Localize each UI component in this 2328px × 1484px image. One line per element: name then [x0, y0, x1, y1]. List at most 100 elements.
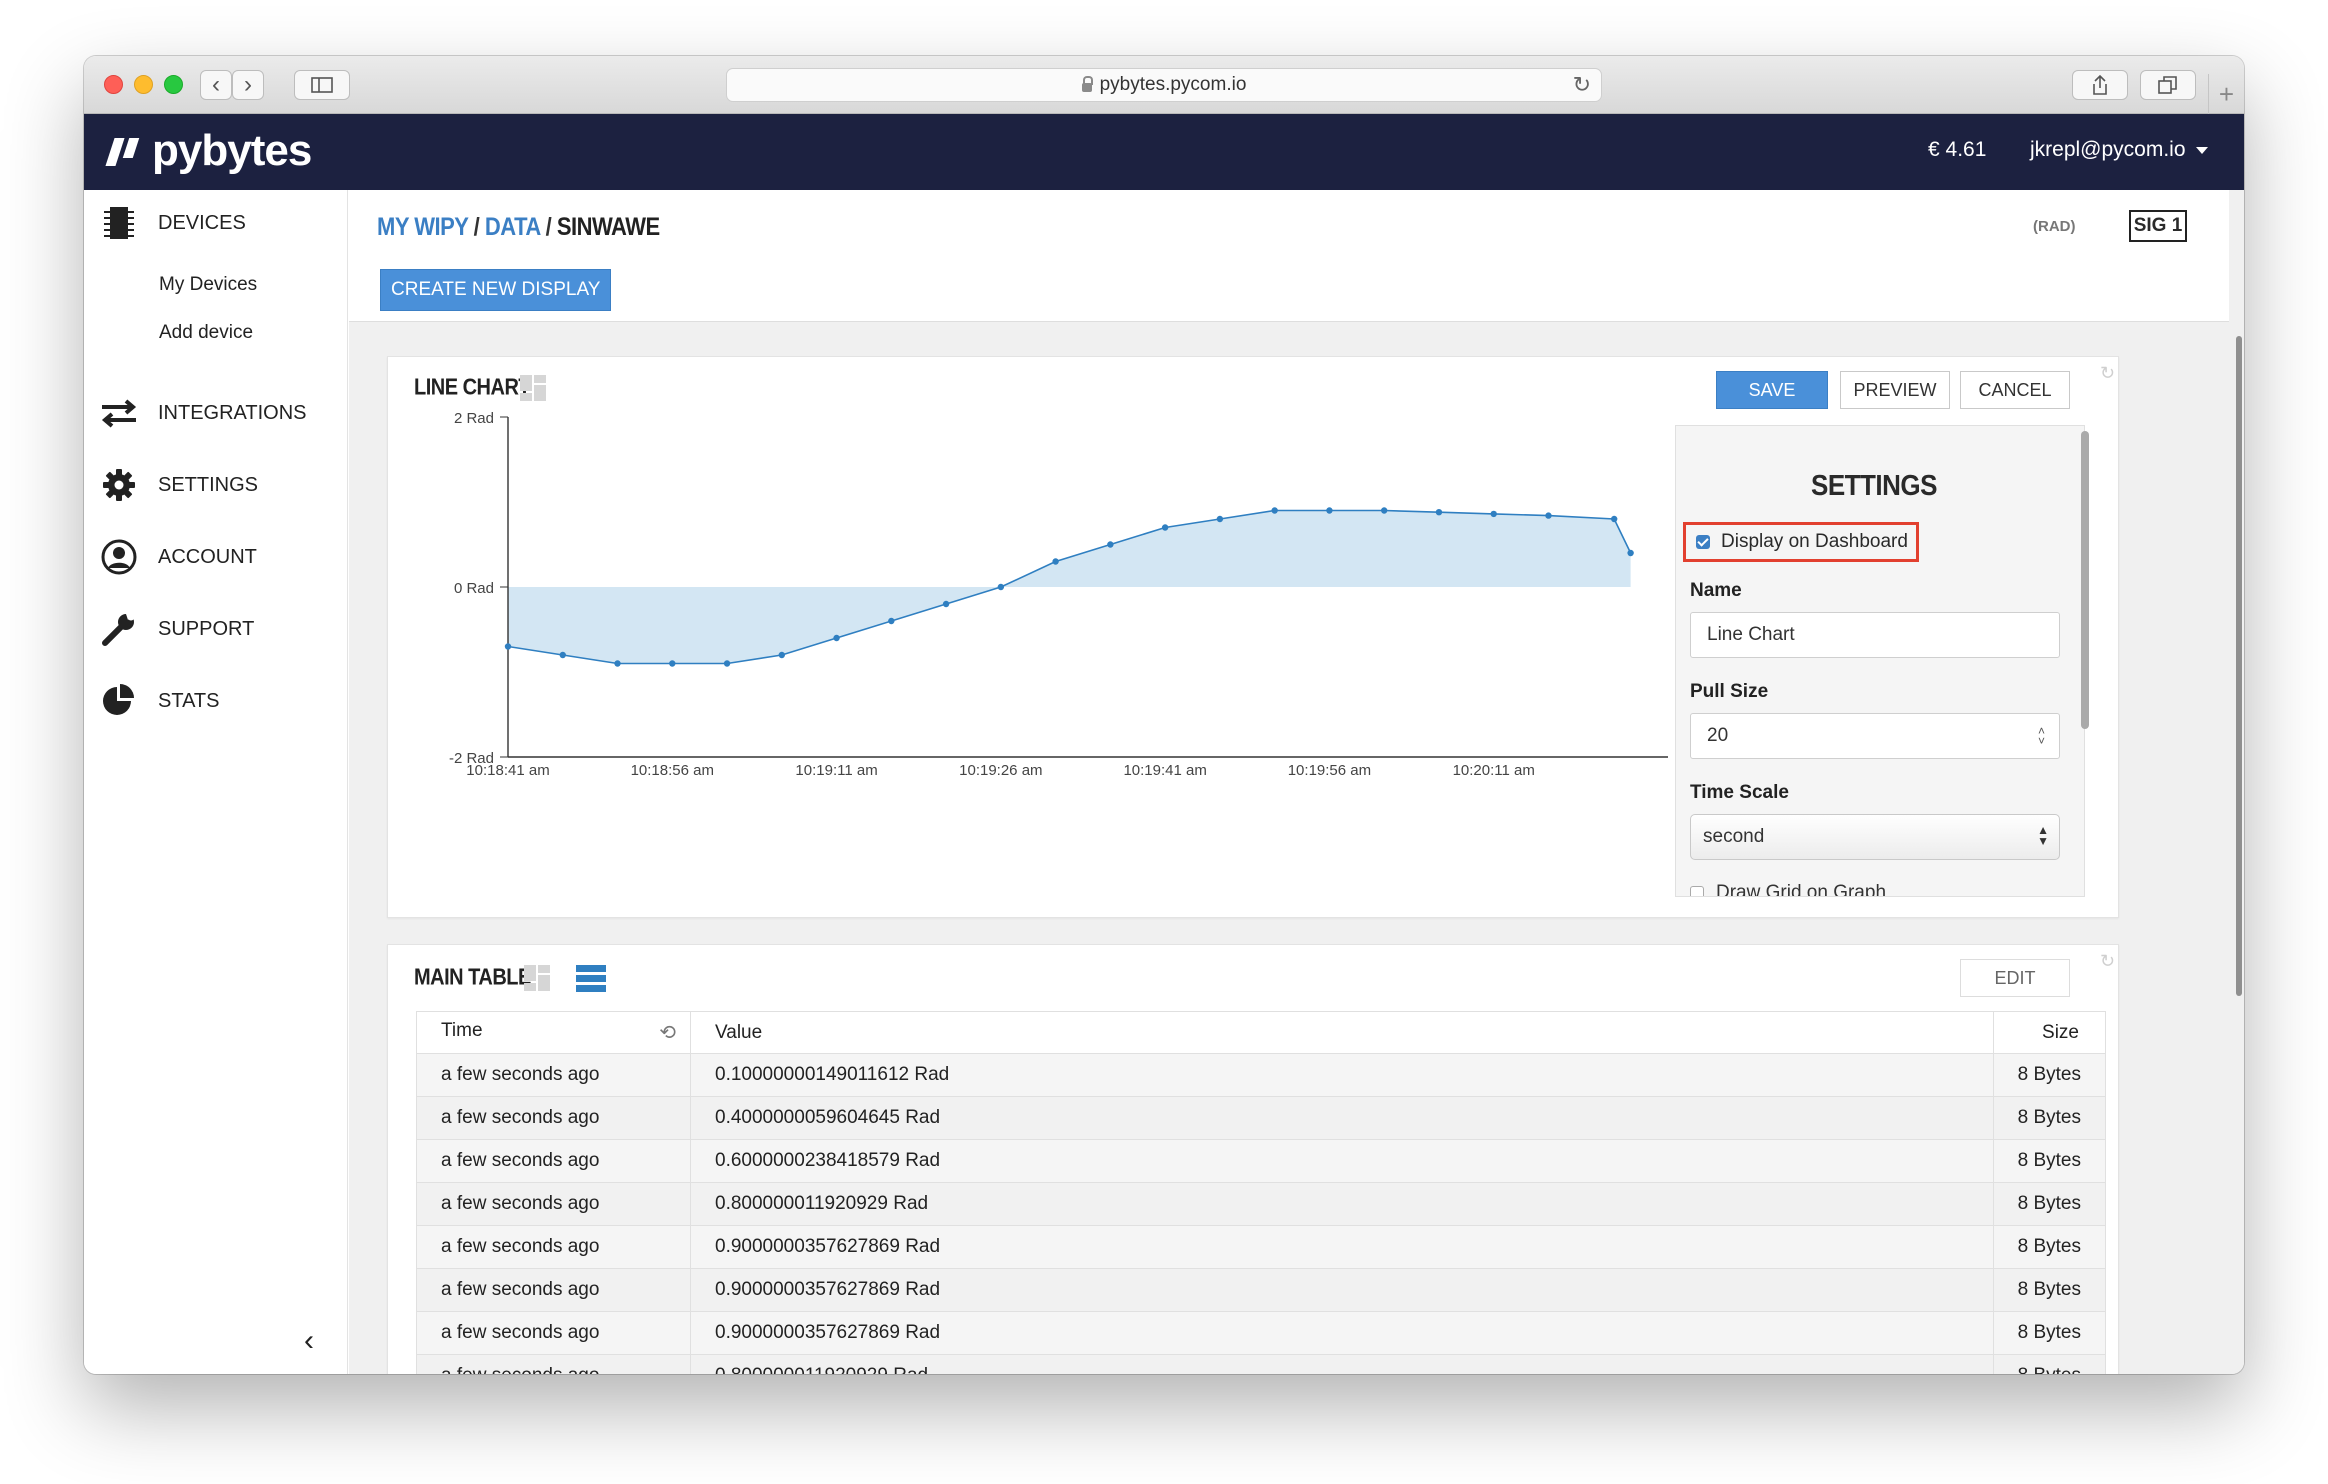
column-header-time[interactable]: Time ⟲: [416, 1011, 691, 1054]
page-scrollbar[interactable]: [2235, 190, 2243, 1374]
data-point[interactable]: [1271, 507, 1278, 514]
sidebar-toggle-icon[interactable]: [294, 70, 350, 100]
cancel-button[interactable]: CANCEL: [1960, 371, 2070, 409]
edit-button[interactable]: EDIT: [1960, 959, 2070, 997]
data-point[interactable]: [1161, 524, 1169, 531]
data-point[interactable]: [1545, 512, 1552, 519]
time-cell: a few seconds ago: [416, 1225, 691, 1269]
forward-icon[interactable]: ›: [232, 70, 264, 100]
sidebar-item-support[interactable]: SUPPORT: [100, 610, 254, 648]
table-row[interactable]: a few seconds ago 0.9000000357627869 Rad 8…: [416, 1225, 2106, 1269]
breadcrumb-data-link[interactable]: DATA: [485, 212, 541, 241]
sidebar-subitem-add-device[interactable]: Add device: [159, 322, 253, 344]
data-point[interactable]: [504, 643, 512, 650]
settings-scrollbar[interactable]: [2081, 431, 2089, 729]
chart-area-fill: [508, 510, 1631, 664]
account-balance: € 4.61: [1928, 138, 1987, 161]
time-scale-select[interactable]: second ▲ ▼: [1690, 814, 2060, 860]
time-cell: a few seconds ago: [416, 1182, 691, 1226]
address-bar[interactable]: pybytes.pycom.io ↻: [726, 68, 1602, 102]
pybytes-logo[interactable]: pybytes: [105, 126, 312, 176]
table-row[interactable]: a few seconds ago 0.9000000357627869 Rad 8…: [416, 1268, 2106, 1312]
x-tick-label: 10:19:41 am: [1123, 762, 1206, 779]
minimize-window-button[interactable]: [134, 75, 153, 94]
data-point[interactable]: [997, 583, 1005, 591]
data-point[interactable]: [1435, 509, 1443, 516]
new-tab-icon[interactable]: +: [2208, 74, 2244, 114]
value-cell: 0.6000000238418579 Rad: [690, 1139, 1994, 1183]
sidebar: DEVICES My Devices Add device INTEGRATIO…: [84, 190, 348, 1374]
pull-size-label: Pull Size: [1690, 681, 1769, 702]
widget-layout-icon[interactable]: [524, 965, 552, 993]
data-point[interactable]: [888, 617, 895, 625]
data-point[interactable]: [1052, 558, 1059, 565]
data-point[interactable]: [942, 600, 950, 608]
time-cell: a few seconds ago: [416, 1096, 691, 1140]
reload-icon[interactable]: ↻: [1573, 72, 1591, 98]
data-point[interactable]: [614, 660, 621, 667]
data-point[interactable]: [1627, 549, 1634, 557]
save-button[interactable]: SAVE: [1716, 371, 1828, 409]
sidebar-subitem-my-devices[interactable]: My Devices: [159, 274, 257, 296]
pull-size-input[interactable]: 20 ˄ ˅: [1690, 713, 2060, 759]
preview-button[interactable]: PREVIEW: [1840, 371, 1950, 409]
size-cell: 8 Bytes: [1993, 1053, 2106, 1097]
data-point[interactable]: [833, 634, 840, 642]
x-tick-label: 10:18:56 am: [631, 762, 714, 779]
sidebar-item-account[interactable]: ACCOUNT: [100, 538, 257, 576]
breadcrumb: MY WIPY / DATA / SINWAWE: [377, 212, 660, 242]
data-point[interactable]: [1107, 541, 1114, 548]
data-point[interactable]: [1216, 515, 1224, 523]
value-cell: 0.10000000149011612 Rad: [690, 1053, 1994, 1097]
data-point[interactable]: [669, 660, 676, 667]
tabs-overview-icon[interactable]: [2140, 70, 2196, 100]
draw-grid-checkbox[interactable]: Draw Grid on Graph: [1690, 882, 1886, 896]
create-new-display-button[interactable]: CREATE NEW DISPLAY: [380, 269, 612, 311]
table-row[interactable]: a few seconds ago0.800000011920929 Rad8 …: [416, 1182, 2106, 1226]
table-row[interactable]: a few seconds ago0.800000011920929 Rad8 …: [416, 1354, 2106, 1374]
user-email: jkrepl@pycom.io: [2030, 138, 2186, 161]
size-cell: 8 Bytes: [1993, 1311, 2106, 1355]
size-cell: 8 Bytes: [1993, 1139, 2106, 1183]
y-tick-label: 2 Rad: [454, 410, 494, 427]
pybytes-logo-icon: [105, 134, 146, 168]
sidebar-item-stats[interactable]: STATS: [100, 682, 219, 720]
column-header-value[interactable]: Value: [690, 1011, 1994, 1054]
share-icon[interactable]: [2072, 70, 2128, 100]
table-row[interactable]: a few seconds ago 0.10000000149011612 Rad…: [416, 1053, 2106, 1097]
size-cell: 8 Bytes: [1993, 1225, 2106, 1269]
data-point[interactable]: [1380, 507, 1388, 514]
data-point[interactable]: [778, 651, 786, 659]
table-row[interactable]: a few seconds ago 0.4000000059604645 Rad 8…: [416, 1096, 2106, 1140]
refresh-icon[interactable]: ↻: [2100, 951, 2115, 972]
user-menu[interactable]: jkrepl@pycom.io: [2030, 138, 2208, 162]
sidebar-item-devices[interactable]: DEVICES: [100, 204, 246, 242]
table-row[interactable]: a few seconds ago 0.9000000357627869 Rad 8…: [416, 1311, 2106, 1355]
stepper-icon[interactable]: ˄ ˅: [2038, 725, 2045, 747]
column-header-size[interactable]: Size: [1993, 1011, 2106, 1054]
page-scrollbar-thumb[interactable]: [2236, 336, 2242, 996]
sidebar-item-integrations[interactable]: INTEGRATIONS: [100, 394, 307, 432]
display-on-dashboard-checkbox[interactable]: Display on Dashboard: [1683, 522, 1919, 562]
value-cell: 0.9000000357627869 Rad: [690, 1225, 1994, 1269]
signal-badge: SIG 1: [2129, 210, 2187, 242]
table-row[interactable]: a few seconds ago 0.6000000238418579 Rad 8…: [416, 1139, 2106, 1183]
data-point[interactable]: [723, 660, 731, 667]
back-icon[interactable]: ‹: [200, 70, 232, 100]
pie-chart-icon: [100, 682, 138, 720]
data-point[interactable]: [1490, 510, 1497, 518]
data-point[interactable]: [559, 651, 566, 659]
close-window-button[interactable]: [104, 75, 123, 94]
history-icon[interactable]: ⟲: [659, 1020, 676, 1045]
table-view-icon[interactable]: [576, 965, 606, 993]
data-point[interactable]: [1610, 515, 1618, 523]
settings-title: SETTINGS: [1810, 468, 1938, 502]
zoom-window-button[interactable]: [164, 75, 183, 94]
table-header-row: Time ⟲ Value Size: [416, 1011, 2106, 1054]
sidebar-item-settings[interactable]: SETTINGS: [100, 466, 258, 504]
breadcrumb-device-link[interactable]: MY WIPY: [377, 212, 469, 241]
name-input[interactable]: Line Chart: [1690, 612, 2060, 658]
collapse-sidebar-icon[interactable]: ‹: [304, 1324, 314, 1358]
data-point[interactable]: [1326, 507, 1333, 514]
refresh-icon[interactable]: ↻: [2100, 363, 2115, 384]
